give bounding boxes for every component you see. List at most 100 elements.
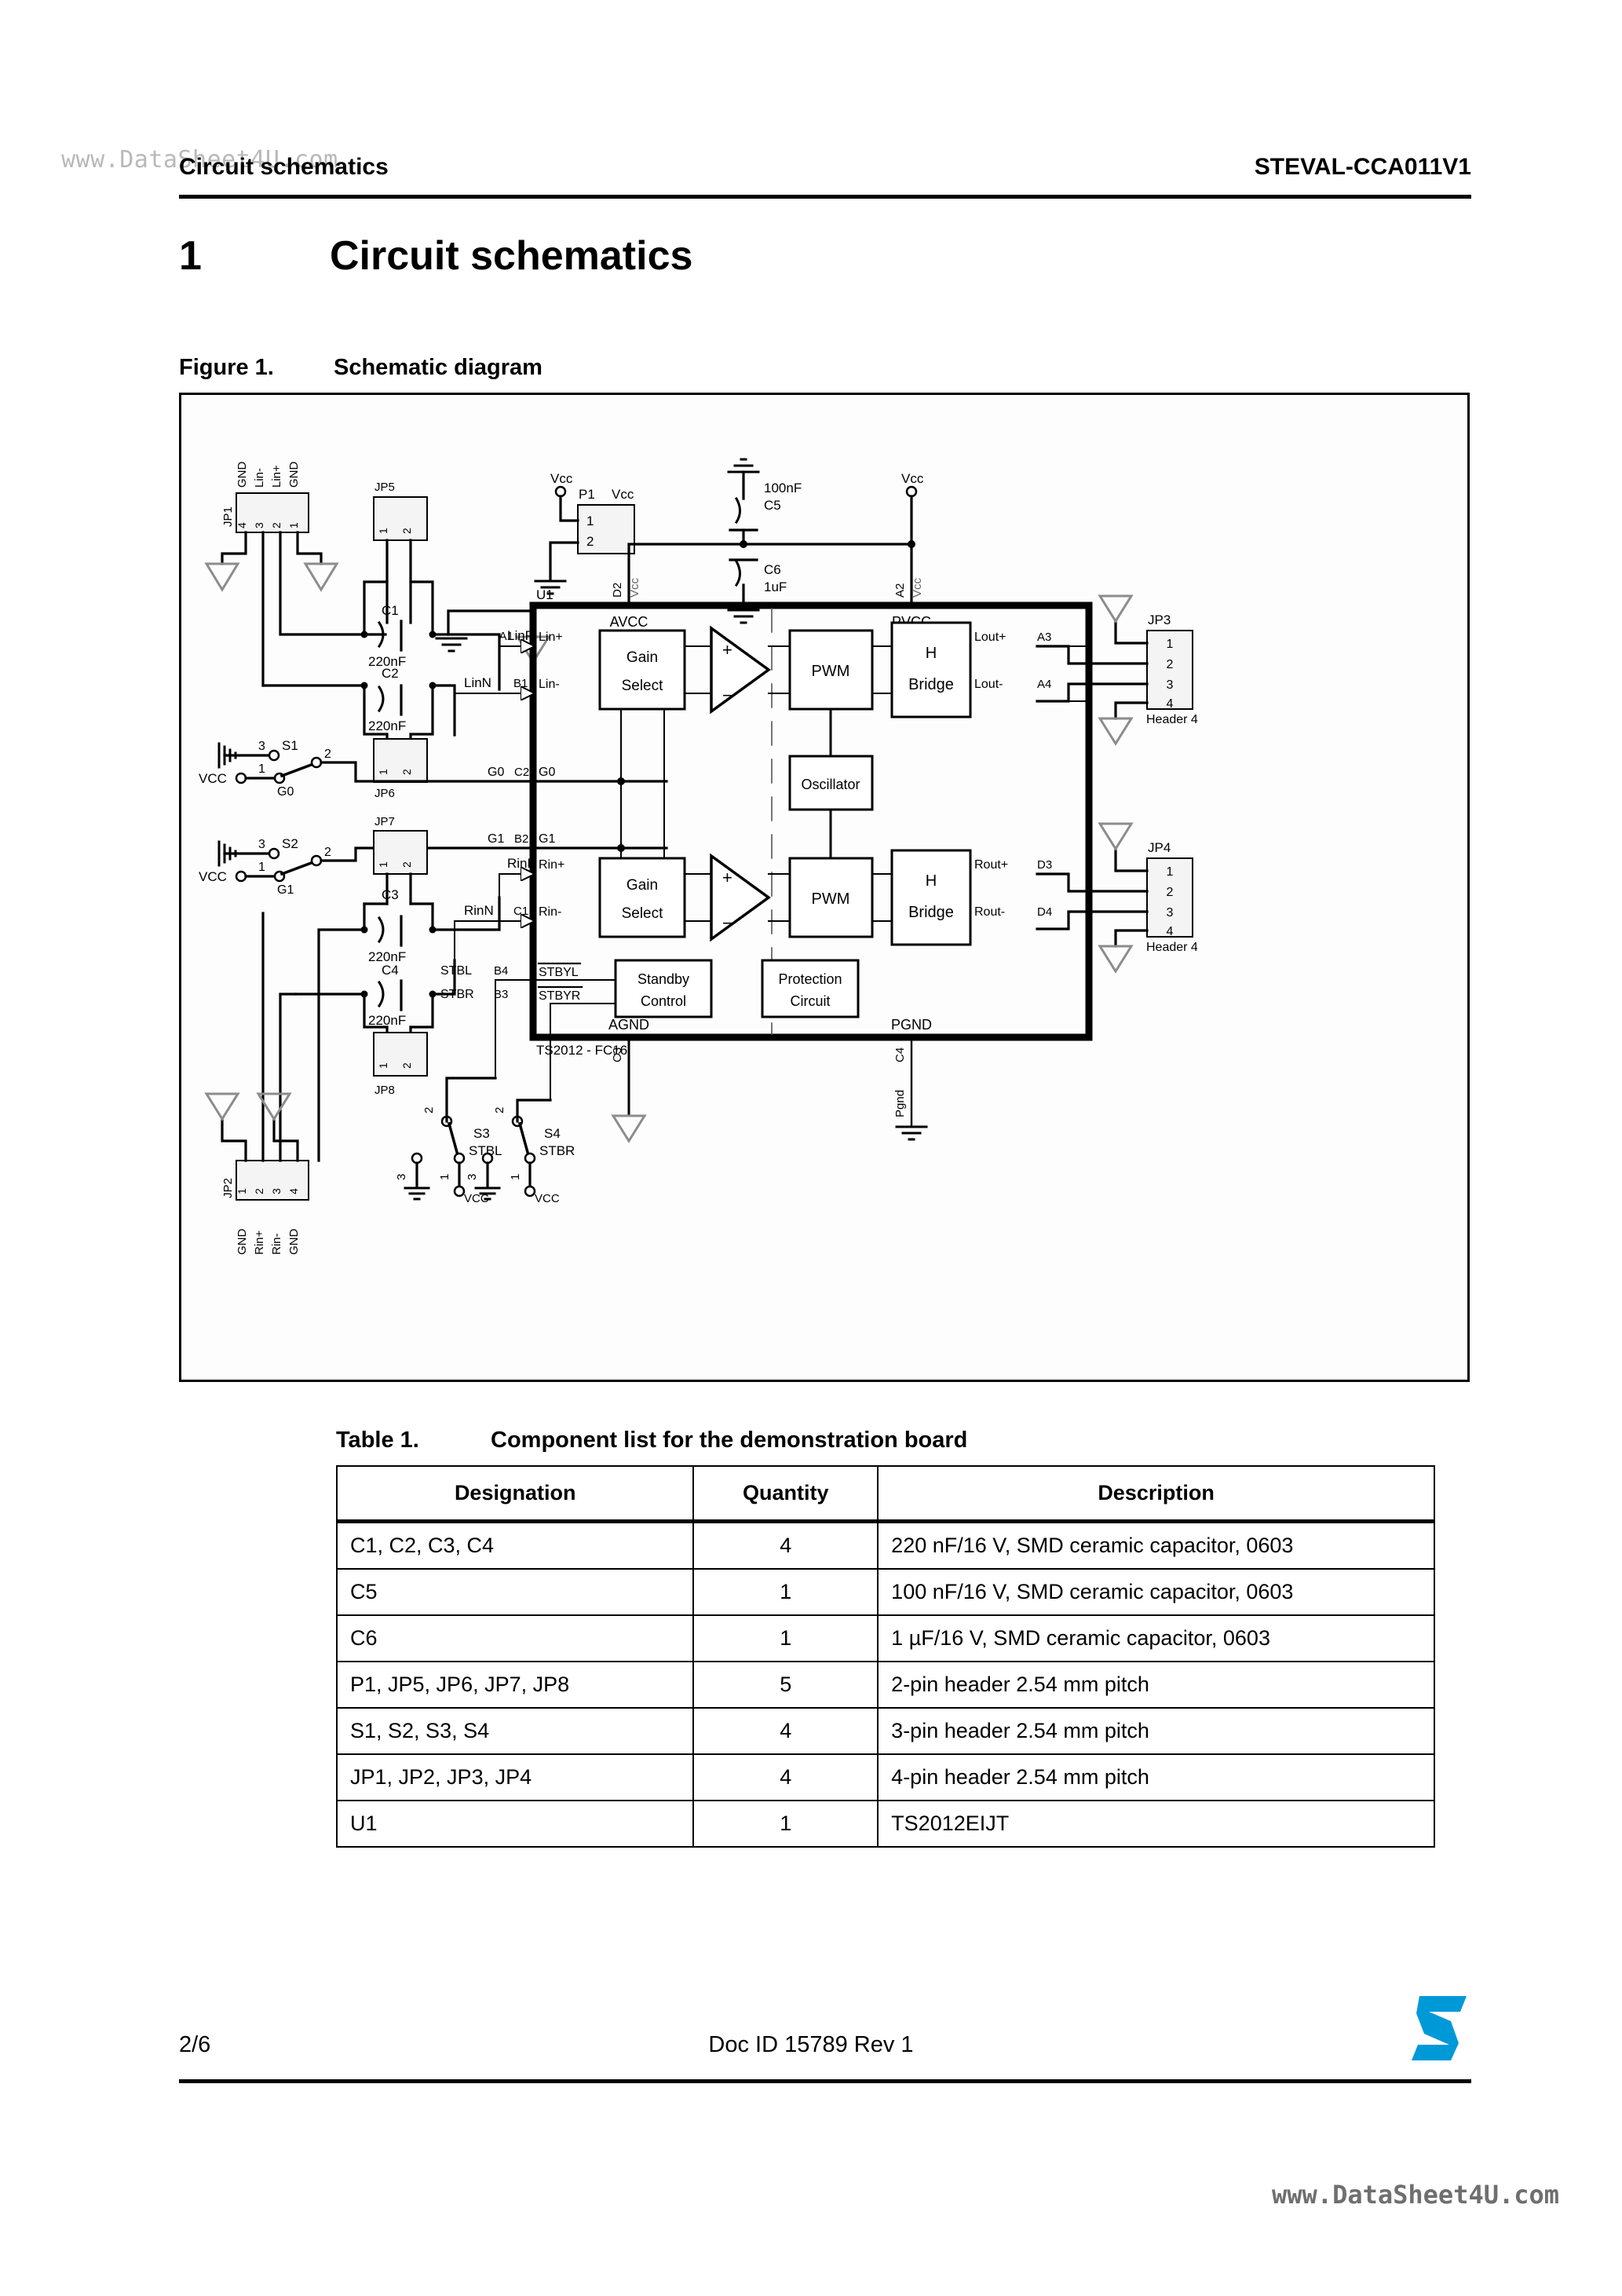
net-label-pgnd: Pgnd	[893, 1090, 907, 1117]
net-label-stbl: STBL	[440, 964, 472, 978]
pin-name-rinn: Rin-	[539, 905, 561, 919]
net-label-rinn: RinN	[464, 903, 494, 918]
table-caption: Component list for the demonstration boa…	[491, 1428, 968, 1453]
pin-label-lin-pos: Lin+	[270, 465, 283, 488]
pin-label-rin-neg: Rin-	[270, 1233, 283, 1255]
figure-frame: JP1 4 3 2 1 GND Lin- Lin+ GND JP5 1 2 C1…	[179, 393, 1470, 1382]
cell-designation: C1, C2, C3, C4	[335, 1520, 695, 1570]
cell-designation: C6	[335, 1614, 695, 1662]
pin-number-a3: A3	[1037, 631, 1051, 644]
block-bridge: Bridge	[908, 676, 954, 693]
cap-ref-c1: C1	[382, 603, 399, 618]
net-vcc: VCC	[199, 869, 227, 884]
cell-quantity: 1	[692, 1568, 879, 1616]
pin-number: 1	[236, 1188, 248, 1194]
switch-pin-1: 1	[438, 1174, 451, 1180]
pin-number-b2: B2	[514, 832, 528, 846]
table-row: C1, C2, C3, C4 4 220 nF/16 V, SMD cerami…	[335, 1520, 1435, 1570]
table-row: JP1, JP2, JP3, JP4 4 4-pin header 2.54 m…	[335, 1753, 1435, 1801]
pin-number: 3	[1167, 678, 1174, 692]
block-standby: Standby	[637, 971, 689, 987]
pin-number: 2	[400, 1062, 413, 1069]
cell-quantity: 1	[692, 1800, 879, 1848]
pin-name-stbyr: STBYR	[539, 989, 580, 1003]
section-number: 1	[179, 233, 202, 279]
switch-pin-2: 2	[324, 748, 331, 761]
block-protection: Protection	[778, 971, 842, 987]
pin-label-lin-neg: Lin-	[253, 468, 266, 488]
pin-number: 2	[1167, 886, 1174, 899]
block-select: Select	[622, 905, 664, 922]
pin-number: 4	[1167, 697, 1174, 711]
cell-designation: U1	[335, 1800, 695, 1848]
cell-quantity: 1	[692, 1614, 879, 1662]
net-label-stbr: STBR	[440, 988, 474, 1001]
pin-name-routp: Rout+	[974, 858, 1008, 872]
table-row: C5 1 100 nF/16 V, SMD ceramic capacitor,…	[335, 1568, 1435, 1616]
connector-ref-jp1: JP1	[221, 506, 235, 527]
page-title: Circuit schematics	[330, 233, 693, 279]
pin-label-gnd: GND	[236, 462, 249, 488]
pin-label-rin-pos: Rin+	[253, 1230, 266, 1255]
pin-name-stbyl: STBYL	[539, 966, 579, 979]
component-list-table: Designation Quantity Description C1, C2,…	[335, 1465, 1435, 1848]
cell-designation: P1, JP5, JP6, JP7, JP8	[335, 1661, 695, 1709]
block-gain: Gain	[627, 649, 658, 666]
cap-ref-c3: C3	[382, 887, 399, 902]
switch-ref-s3: S3	[473, 1126, 490, 1141]
pin-name-loutp: Lout+	[974, 631, 1006, 644]
net-vcc: Vcc	[550, 471, 573, 486]
cap-ref-c6: C6	[764, 562, 781, 577]
datasheet-page: www.DataSheet4U.com Circuit schematics S…	[0, 0, 1622, 2296]
net-label-g0: G0	[488, 766, 504, 779]
pin-number: 1	[377, 528, 389, 534]
cell-description: 100 nF/16 V, SMD ceramic capacitor, 0603	[877, 1568, 1435, 1616]
pin-name-routn: Rout-	[974, 905, 1005, 919]
rail-label-avcc: AVCC	[610, 614, 648, 630]
connector-type-jp3: Header 4	[1146, 713, 1198, 726]
switch-pin-2: 2	[324, 846, 331, 859]
switch-pin-1: 1	[258, 762, 265, 776]
opamp-plus: +	[722, 640, 732, 660]
net-label-rinp: RinP	[507, 856, 536, 871]
pin-number: 2	[586, 534, 594, 549]
figure-label: Figure 1.	[179, 355, 274, 380]
table-row: C6 1 1 µF/16 V, SMD ceramic capacitor, 0…	[335, 1614, 1435, 1662]
cap-value-c5: 100nF	[764, 481, 802, 495]
connector-ref-p1: P1	[579, 487, 595, 502]
cap-ref-c2: C2	[382, 666, 399, 681]
pin-number: 4	[1167, 925, 1174, 938]
pin-number: 3	[253, 522, 265, 528]
footer-doc-id: Doc ID 15789 Rev 1	[708, 2032, 914, 2057]
pin-number: 4	[287, 1188, 300, 1194]
connector-type-jp4: Header 4	[1146, 941, 1198, 954]
rail-label-pgnd: PGND	[891, 1017, 932, 1033]
switch-ref-s4: S4	[544, 1126, 561, 1141]
pin-number: 1	[1167, 638, 1174, 651]
net-vcc: Vcc	[901, 471, 924, 486]
pin-number: 2	[270, 522, 283, 528]
pin-number-d3: D3	[1037, 858, 1052, 872]
pin-number: 2	[1167, 658, 1174, 671]
cap-value-c6: 1uF	[764, 579, 787, 594]
cell-description: 220 nF/16 V, SMD ceramic capacitor, 0603	[877, 1520, 1435, 1570]
cap-value-c4: 220nF	[368, 1013, 406, 1028]
pin-name-vcc: Vcc	[628, 577, 641, 598]
cell-designation: C5	[335, 1568, 695, 1616]
block-oscillator: Oscillator	[801, 777, 860, 792]
pin-number: 2	[400, 861, 413, 868]
pin-number: 4	[236, 522, 248, 528]
pin-name-g0: G0	[539, 766, 555, 779]
pin-number-b3: B3	[494, 988, 508, 1001]
pin-number-c1: C1	[513, 905, 528, 918]
opamp-minus: −	[722, 686, 732, 705]
pin-name-rinp: Rin+	[539, 858, 564, 872]
switch-pin-1: 1	[258, 861, 265, 874]
cell-description: 2-pin header 2.54 mm pitch	[877, 1661, 1435, 1709]
connector-ref-jp3: JP3	[1148, 612, 1171, 627]
block-select: Select	[622, 678, 664, 694]
connector-ref-jp2: JP2	[221, 1178, 235, 1198]
footer-rule	[179, 2079, 1471, 2083]
pin-number: 1	[377, 1062, 389, 1069]
block-h: H	[926, 872, 937, 890]
